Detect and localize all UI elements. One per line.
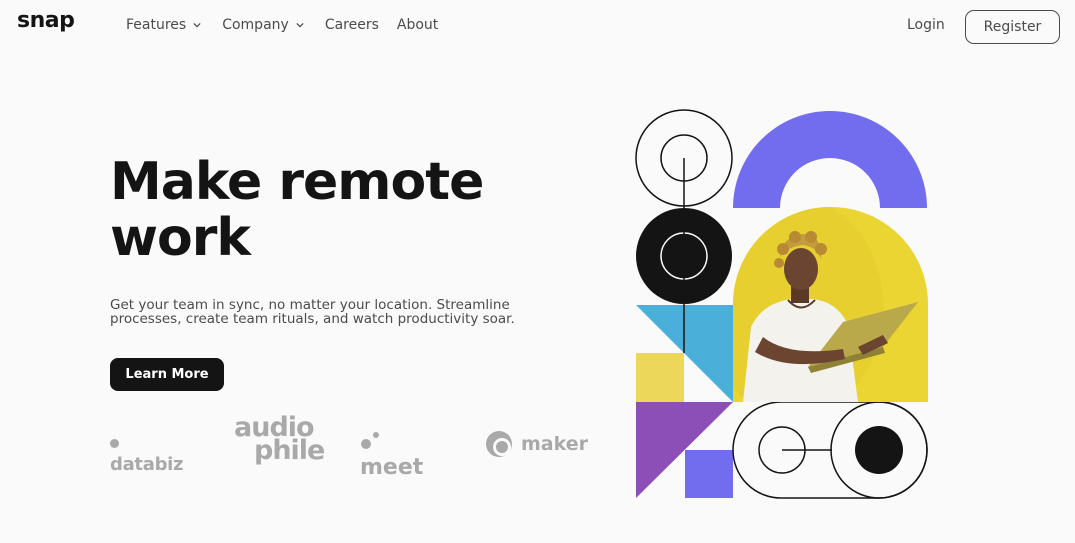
- register-button[interactable]: Register: [965, 10, 1060, 44]
- login-link[interactable]: Login: [907, 17, 945, 33]
- meet-text: meet: [360, 455, 424, 480]
- pill-right-dot: [855, 426, 903, 474]
- subtext-line-2: processes, create team rituals, and watc…: [110, 311, 515, 327]
- nav-company[interactable]: Company: [222, 17, 304, 33]
- nav-features-label: Features: [126, 17, 187, 33]
- headline-line-1: Make remote: [110, 152, 484, 212]
- snap-logo[interactable]: snap: [17, 8, 75, 33]
- nav-about-label: About: [396, 17, 439, 33]
- maker-text: maker: [521, 433, 589, 455]
- nav-features[interactable]: Features: [126, 17, 201, 33]
- purple-square: [685, 450, 733, 498]
- learn-more-button[interactable]: Learn More: [110, 358, 224, 391]
- meet-logo: meet: [360, 430, 423, 480]
- maker-circle-icon: [486, 431, 512, 457]
- hero-photo: [733, 207, 928, 402]
- databiz-logo: databiz: [110, 433, 184, 475]
- nav-about[interactable]: About: [397, 17, 438, 33]
- yellow-square: [636, 353, 684, 402]
- maker-logo: maker: [485, 430, 588, 458]
- person-with-laptop-image: [733, 207, 928, 402]
- meet-dots-icon: [361, 432, 379, 449]
- hero-subtext: Get your team in sync, no matter your lo…: [110, 298, 530, 326]
- nav-careers[interactable]: Careers: [325, 17, 379, 33]
- chevron-down-icon: [193, 22, 201, 28]
- audiophile-logo: audio phile: [234, 414, 325, 464]
- headline-line-2: work: [110, 208, 251, 268]
- nav-careers-label: Careers: [324, 17, 379, 33]
- main-nav: Features Company Careers About: [126, 17, 438, 33]
- databiz-dot-icon: [110, 439, 119, 448]
- purple-arch-shape: [733, 111, 927, 208]
- chevron-down-icon: [296, 22, 304, 28]
- nav-company-label: Company: [222, 17, 289, 33]
- hero-headline: Make remote work: [110, 154, 530, 266]
- databiz-text: databiz: [110, 454, 184, 475]
